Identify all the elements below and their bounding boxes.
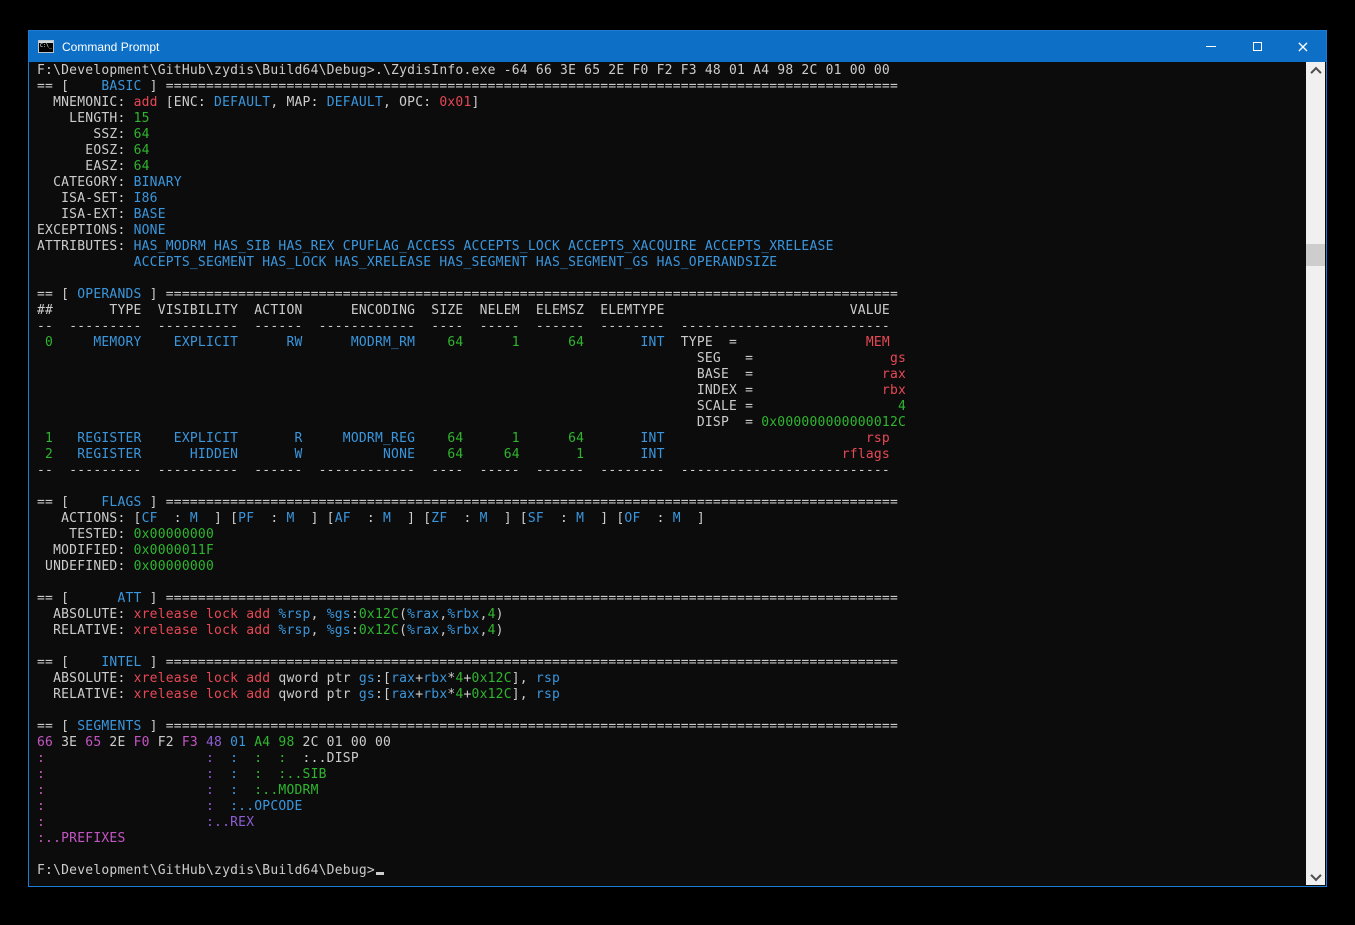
console-line: ## TYPE VISIBILITY ACTION ENCODING SIZE … [37,303,1306,319]
console-line: : : : : :..SIB [37,767,1306,783]
console-line: MODIFIED: 0x0000011F [37,543,1306,559]
console-line: 1 REGISTER EXPLICIT R MODRM_REG 64 1 64 … [37,431,1306,447]
scroll-down-button[interactable] [1306,868,1325,885]
console-line: == [ ATT ] =============================… [37,591,1306,607]
console-line: INDEX = rbx [37,383,1306,399]
console-line: 2 REGISTER HIDDEN W NONE 64 64 1 INT rfl… [37,447,1306,463]
console-line: UNDEFINED: 0x00000000 [37,559,1306,575]
console-line: F:\Development\GitHub\zydis\Build64\Debu… [37,63,1306,79]
chevron-up-icon [1310,66,1321,77]
console-line: :..PREFIXES [37,831,1306,847]
title-bar[interactable]: Command Prompt × [29,31,1326,62]
console-line: ABSOLUTE: xrelease lock add %rsp, %gs:0x… [37,607,1306,623]
console-line [37,271,1306,287]
console-line: : : :..OPCODE [37,799,1306,815]
console-line: 0 MEMORY EXPLICIT RW MODRM_RM 64 1 64 IN… [37,335,1306,351]
console-line [37,639,1306,655]
scroll-up-button[interactable] [1306,62,1325,79]
console-line: SSZ: 64 [37,127,1306,143]
console-line [37,479,1306,495]
console-line: -- --------- ---------- ------ ---------… [37,463,1306,479]
console-line: == [ INTEL ] ===========================… [37,655,1306,671]
console-line [37,847,1306,863]
console-line: CATEGORY: BINARY [37,175,1306,191]
console-line: ATTRIBUTES: HAS_MODRM HAS_SIB HAS_REX CP… [37,239,1306,255]
console-line: EOSZ: 64 [37,143,1306,159]
console-line [37,703,1306,719]
minimize-icon [1206,46,1216,47]
console-line: == [ OPERANDS ] ========================… [37,287,1306,303]
console-line [37,575,1306,591]
console-line: -- --------- ---------- ------ ---------… [37,319,1306,335]
text-cursor [376,872,384,875]
scrollbar[interactable] [1306,62,1325,885]
close-button[interactable]: × [1280,31,1326,62]
maximize-icon [1253,42,1262,51]
console-line: : : : : : :..DISP [37,751,1306,767]
console-line: BASE = rax [37,367,1306,383]
console-line: MNEMONIC: add [ENC: DEFAULT, MAP: DEFAUL… [37,95,1306,111]
cmd-icon [38,40,54,53]
command-prompt-window: Command Prompt × F:\Development\GitHub\z… [28,30,1327,887]
console-line: SCALE = 4 [37,399,1306,415]
window-title: Command Prompt [62,40,159,54]
console-line: ACCEPTS_SEGMENT HAS_LOCK HAS_XRELEASE HA… [37,255,1306,271]
console-line: == [ FLAGS ] ===========================… [37,495,1306,511]
console-line: ABSOLUTE: xrelease lock add qword ptr gs… [37,671,1306,687]
desktop-background: { "window": { "title": "Command Prompt",… [0,0,1355,925]
console-line: DISP = 0x000000000000012C [37,415,1306,431]
console-line: F:\Development\GitHub\zydis\Build64\Debu… [37,863,1306,879]
console-line: == [ SEGMENTS ] ========================… [37,719,1306,735]
console-output[interactable]: F:\Development\GitHub\zydis\Build64\Debu… [30,62,1306,885]
console-line: ACTIONS: [CF : M ] [PF : M ] [AF : M ] [… [37,511,1306,527]
console-line: EXCEPTIONS: NONE [37,223,1306,239]
console-line: ISA-EXT: BASE [37,207,1306,223]
console-line: ISA-SET: I86 [37,191,1306,207]
console-line: : :..REX [37,815,1306,831]
console-line: RELATIVE: xrelease lock add qword ptr gs… [37,687,1306,703]
console-line: LENGTH: 15 [37,111,1306,127]
minimize-button[interactable] [1188,31,1234,62]
console-line: : : : :..MODRM [37,783,1306,799]
window-controls: × [1188,31,1326,62]
console-line: == [ BASIC ] ===========================… [37,79,1306,95]
console-line: EASZ: 64 [37,159,1306,175]
console-line: SEG = gs [37,351,1306,367]
console-line: RELATIVE: xrelease lock add %rsp, %gs:0x… [37,623,1306,639]
close-icon: × [1296,39,1309,55]
console-line: TESTED: 0x00000000 [37,527,1306,543]
chevron-down-icon [1310,869,1321,880]
console-line: 66 3E 65 2E F0 F2 F3 48 01 A4 98 2C 01 0… [37,735,1306,751]
scrollbar-thumb[interactable] [1306,244,1325,266]
maximize-button[interactable] [1234,31,1280,62]
